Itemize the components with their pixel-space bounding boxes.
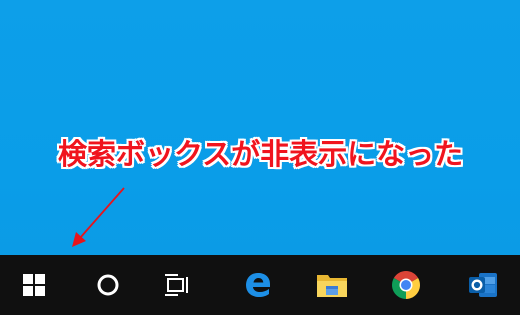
start-button[interactable]: [6, 255, 62, 315]
file-explorer-icon: [317, 275, 347, 297]
chrome-browser-icon: [392, 271, 420, 299]
windows-start-icon: [23, 274, 45, 296]
task-view-button[interactable]: [150, 255, 206, 315]
taskbar: [0, 255, 520, 315]
cortana-circle-icon: [97, 274, 119, 296]
outlook-button[interactable]: [455, 255, 511, 315]
edge-button[interactable]: [230, 255, 286, 315]
task-view-icon: [165, 274, 188, 296]
desktop-background: [0, 0, 520, 255]
outlook-icon: [469, 273, 497, 297]
chrome-button[interactable]: [378, 255, 434, 315]
annotation-text: 検索ボックスが非表示になった: [58, 137, 464, 171]
cortana-button[interactable]: [80, 255, 136, 315]
file-explorer-button[interactable]: [304, 255, 360, 315]
edge-browser-icon: [246, 273, 270, 297]
